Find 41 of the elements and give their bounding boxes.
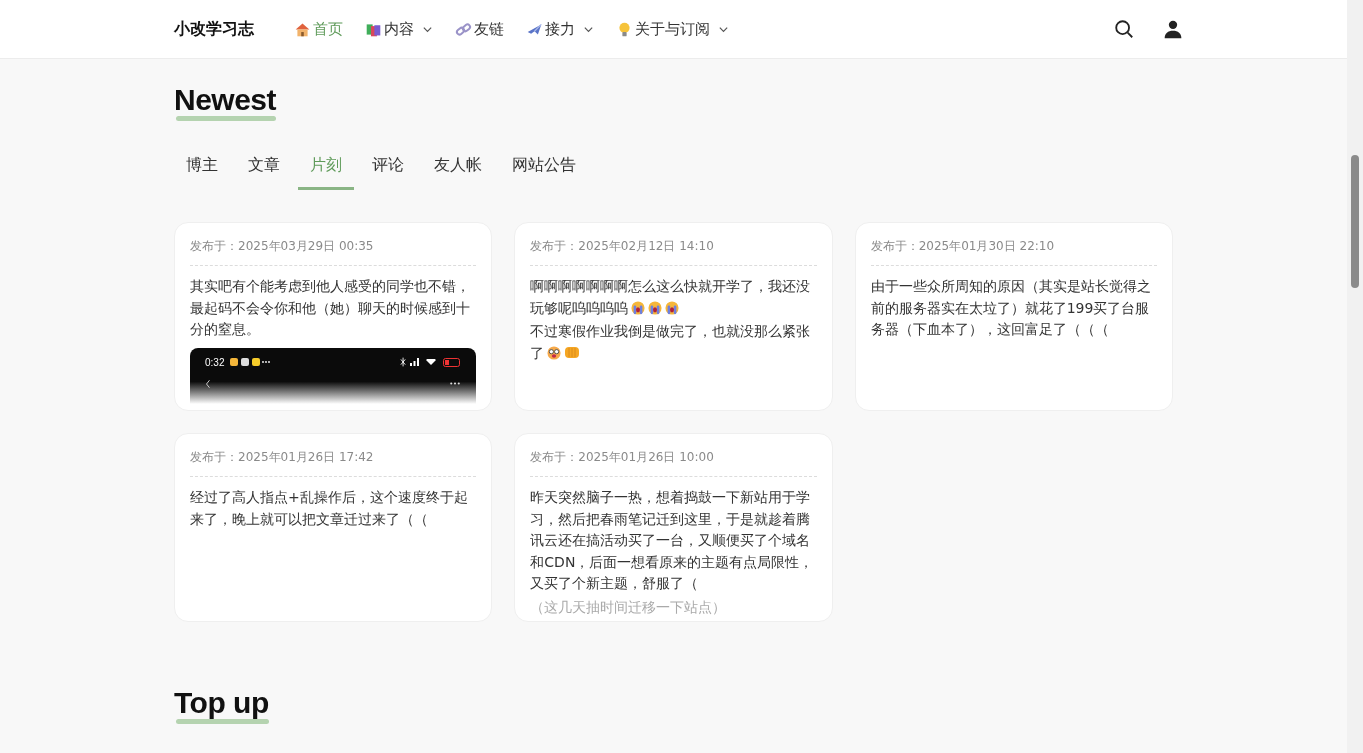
post-date: 发布于：2025年03月29日 00:35 [190, 238, 375, 255]
tab[interactable]: 文章 [236, 153, 292, 190]
post-date: 发布于：2025年02月12日 14:10 [530, 238, 715, 255]
post-text: （这几天抽时间迁移一下站点） [530, 598, 727, 615]
post-text: 玩够呢呜呜呜呜 [530, 299, 629, 316]
site-logo[interactable]: 小改学习志 [174, 17, 254, 41]
crying-face-icon [631, 300, 646, 315]
tab[interactable]: 友人帐 [422, 153, 494, 190]
section-title: Newest [174, 85, 277, 115]
post-text: 昨天突然脑子一热，想着捣鼓一下新站用于学习，然后把春雨笔记迁到这里，于是就趁着腾讯云还在搞活动买了一台，又顺便买了个域名和CDN，后面一想看原来的主题有点局限性，又买了个新主题，舒服了（ [530, 489, 814, 591]
nav-link[interactable]: 首页 [294, 17, 343, 41]
nav-link[interactable]: 内容 [365, 17, 414, 41]
more-dots-icon [449, 382, 462, 385]
crying-face-icon [665, 300, 680, 315]
post-text: 其实吧有个能考虑到他人感受的同学也不错，最起码不会令你和他（她）聊天的时候感到十分的窒息。 [190, 278, 470, 337]
post-date: 发布于：2025年01月26日 10:00 [530, 449, 715, 466]
post-text: 了 [530, 344, 545, 361]
section-title: Top up [174, 688, 269, 718]
glasses-face-icon [547, 345, 562, 360]
bluetooth-icon [400, 357, 408, 367]
tab[interactable]: 博主 [174, 153, 230, 190]
app-icons [230, 357, 271, 367]
tab[interactable]: 网站公告 [500, 153, 588, 190]
light-bulb-icon [616, 20, 633, 38]
scrollbar[interactable] [1347, 0, 1363, 753]
nav-link[interactable]: 接力 [526, 17, 575, 41]
tab[interactable]: 评论 [360, 153, 416, 190]
post-text: 由于一些众所周知的原因（其实是站长觉得之前的服务器实在太垃了）就花了199买了台服务器（下血本了），这回富足了（（（ [870, 278, 1151, 337]
clock-text: 0:32 [205, 355, 225, 370]
search-button[interactable] [1113, 18, 1135, 40]
post-date: 发布于：2025年01月26日 17:42 [190, 449, 375, 466]
crying-face-icon [648, 300, 663, 315]
post-text: 经过了高人指点+乱操作后，这个速度终于起来了，晚上就可以把文章迁过来了（（ [190, 489, 468, 527]
post-text: 不过寒假作业我倒是做完了，也就没那么紧张 [530, 323, 811, 339]
post-date: 发布于：2025年01月30日 22:10 [870, 238, 1056, 255]
link-icon [455, 20, 472, 38]
post-text: 啊啊啊啊啊啊啊怎么这么快就开学了，我还没 [530, 278, 811, 294]
nav-link[interactable]: 友链 [455, 17, 504, 41]
nav-link[interactable]: 关于与订阅 [616, 17, 710, 41]
user-button[interactable] [1163, 19, 1183, 39]
signal-icon [410, 358, 420, 366]
